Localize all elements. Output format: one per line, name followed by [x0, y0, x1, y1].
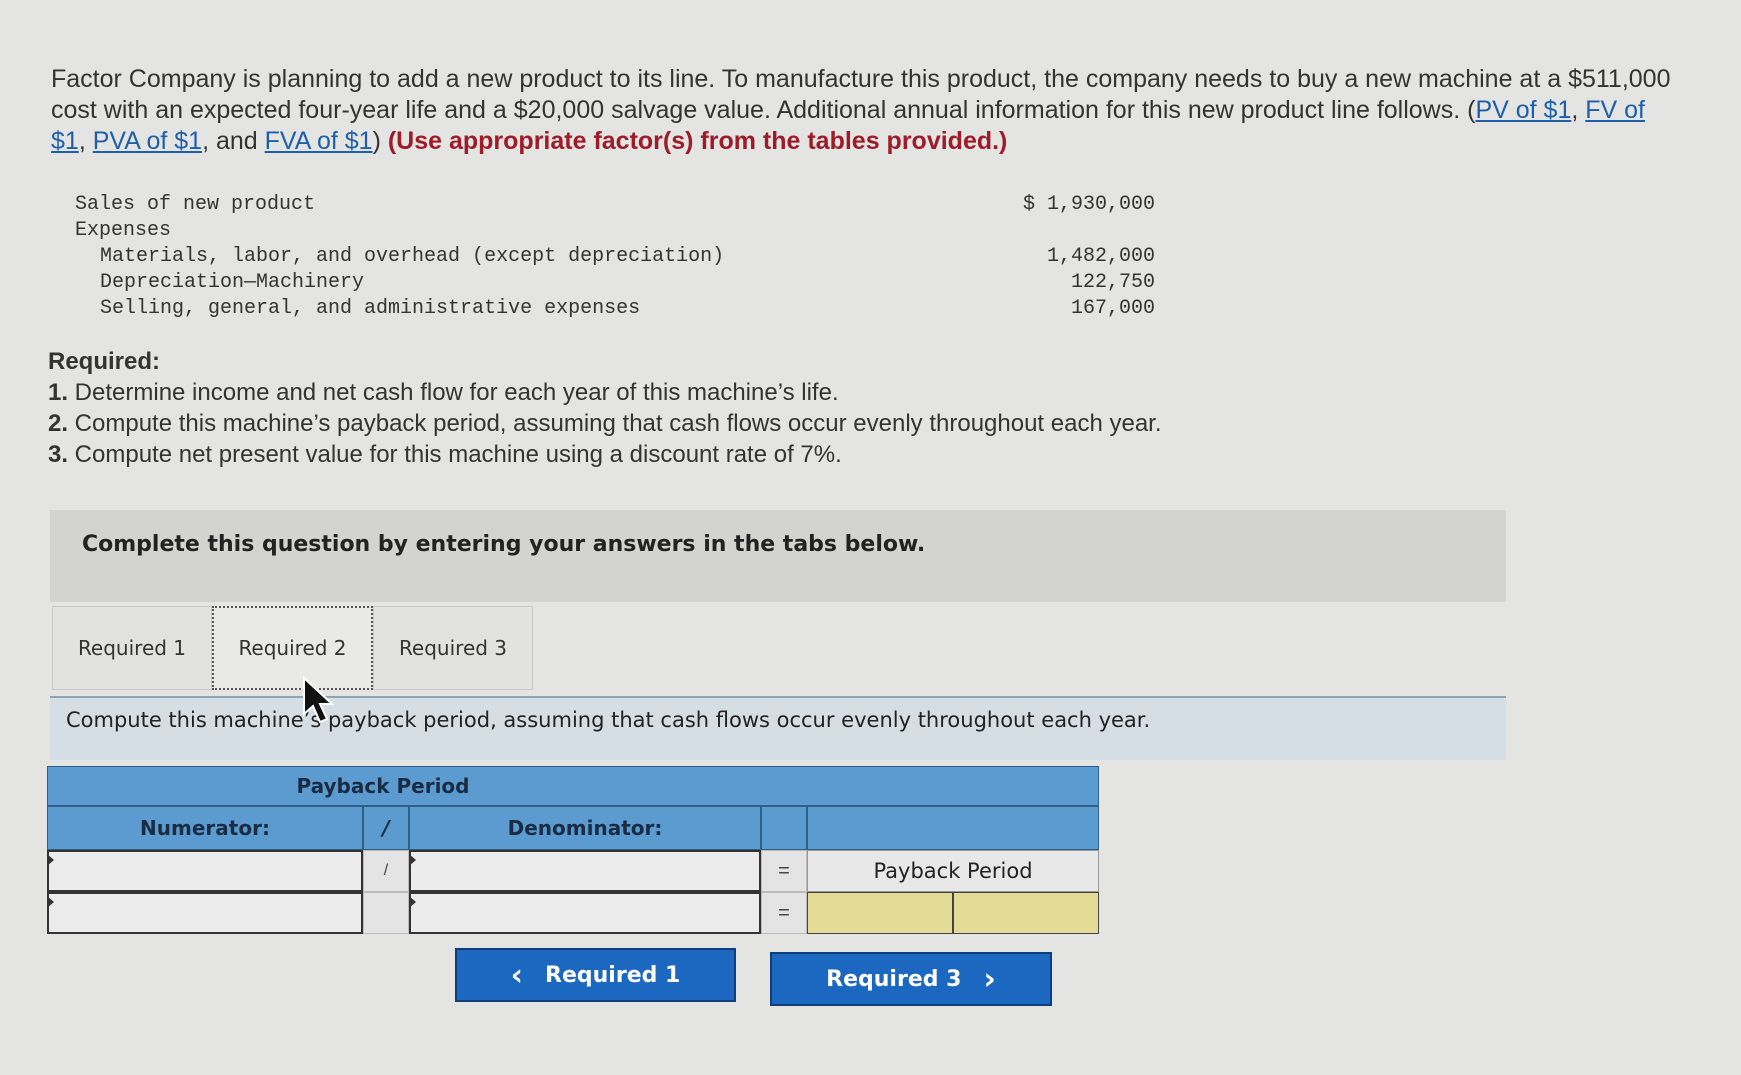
financial-row: Depreciation—Machinery 122,750	[75, 270, 1155, 296]
input-marker-icon	[409, 854, 416, 866]
row-label: Depreciation—Machinery	[100, 271, 365, 294]
row-label: Expenses	[75, 219, 172, 242]
tab-required-1[interactable]: Required 1	[52, 606, 212, 690]
row-label: Materials, labor, and overhead (except d…	[100, 245, 725, 268]
divide-cell-row1: /	[363, 850, 409, 892]
financial-row: Materials, labor, and overhead (except d…	[75, 244, 1155, 270]
equals-symbol: =	[778, 859, 790, 882]
tab-required-3[interactable]: Required 3	[373, 606, 533, 690]
item-number: 2.	[48, 410, 69, 437]
result-label-cell: Payback Period	[807, 850, 1099, 892]
next-required-3-button[interactable]: Required 3 ›	[770, 952, 1052, 1006]
input-marker-icon	[47, 896, 54, 908]
divide-symbol: /	[382, 816, 390, 840]
divide-symbol: /	[383, 862, 389, 879]
result-value-cell[interactable]	[807, 892, 953, 934]
item-number: 1.	[48, 379, 69, 406]
denominator-input-row2[interactable]	[409, 892, 761, 934]
denominator-field-1[interactable]	[411, 852, 759, 890]
instruction-text: Compute this machine’s payback period, a…	[66, 708, 1151, 732]
required-item: 1. Determine income and net cash flow fo…	[48, 377, 1162, 408]
factor-instruction: (Use appropriate factor(s) from the tabl…	[387, 127, 1008, 155]
denominator-field-2[interactable]	[411, 894, 759, 932]
numerator-field-1[interactable]	[49, 852, 361, 890]
equals-cell-row2: =	[761, 892, 807, 934]
separator: ,	[78, 127, 93, 155]
payback-period-table: Payback Period Numerator: / Denominator:…	[47, 766, 1099, 936]
row-label: Selling, general, and administrative exp…	[100, 297, 641, 320]
input-marker-icon	[47, 854, 54, 866]
numerator-input-row2[interactable]	[47, 892, 363, 934]
financial-row: Expenses	[75, 218, 1155, 244]
next-button-label: Required 3	[826, 966, 962, 992]
table-title: Payback Period	[47, 766, 1099, 806]
tab-label: Required 3	[398, 636, 508, 660]
tab-label: Required 1	[77, 636, 187, 660]
denominator-header: Denominator:	[409, 806, 761, 850]
prev-button-label: Required 1	[545, 962, 681, 988]
required-item: 3. Compute net present value for this ma…	[48, 439, 1162, 470]
chevron-left-icon: ‹	[510, 957, 524, 993]
equals-symbol: =	[778, 901, 790, 924]
link-pva-of-1[interactable]: PVA of $1	[93, 127, 202, 155]
payback-value-field[interactable]	[808, 893, 952, 933]
required-item: 2. Compute this machine’s payback period…	[48, 408, 1162, 439]
mouse-cursor-icon	[303, 676, 335, 724]
numerator-label: Numerator:	[140, 816, 270, 840]
tab-label: Required 2	[238, 636, 347, 660]
item-text: Determine income and net cash flow for e…	[68, 379, 839, 406]
payback-period-label: Payback Period	[873, 859, 1033, 883]
item-number: 3.	[48, 441, 69, 468]
numerator-header: Numerator:	[47, 806, 363, 850]
problem-intro: Factor Company is planning to add a new …	[51, 64, 1681, 157]
result-header	[807, 806, 1099, 850]
financial-info-table: Sales of new product $ 1,930,000 Expense…	[75, 192, 1155, 322]
result-unit-cell[interactable]	[953, 892, 1099, 934]
table-title-text: Payback Period	[296, 774, 470, 798]
link-pv-of-1[interactable]: PV of $1	[1475, 96, 1571, 124]
denominator-label: Denominator:	[507, 816, 663, 840]
financial-row: Selling, general, and administrative exp…	[75, 296, 1155, 322]
row-amount: 1,482,000	[1046, 245, 1155, 268]
financial-row: Sales of new product $ 1,930,000	[75, 192, 1155, 218]
item-text: Compute this machine’s payback period, a…	[68, 410, 1162, 437]
tab-required-2[interactable]: Required 2	[212, 606, 373, 690]
closing-paren: )	[372, 127, 381, 155]
row-amount: 122,750	[1070, 271, 1155, 294]
equals-header	[761, 806, 807, 850]
numerator-input-row1[interactable]	[47, 850, 363, 892]
separator: ,	[1571, 96, 1586, 124]
item-text: Compute net present value for this machi…	[68, 441, 842, 468]
divide-header: /	[363, 806, 409, 850]
banner-text: Complete this question by entering your …	[82, 532, 926, 557]
row-amount: 167,000	[1070, 297, 1155, 320]
payback-unit-field[interactable]	[954, 893, 1098, 933]
numerator-field-2[interactable]	[49, 894, 361, 932]
tab-instruction: Compute this machine’s payback period, a…	[50, 698, 1506, 760]
instructions-banner: Complete this question by entering your …	[50, 510, 1506, 602]
row-amount: $ 1,930,000	[1022, 193, 1155, 216]
intro-text: Factor Company is planning to add a new …	[51, 65, 1671, 124]
row-label: Sales of new product	[75, 193, 316, 216]
input-marker-icon	[409, 896, 416, 908]
link-fva-of-1[interactable]: FVA of $1	[265, 127, 373, 155]
denominator-input-row1[interactable]	[409, 850, 761, 892]
equals-cell-row1: =	[761, 850, 807, 892]
divide-cell-row2	[363, 892, 409, 934]
required-heading: Required:	[48, 348, 161, 375]
required-section: Required: 1. Determine income and net ca…	[48, 346, 1162, 470]
chevron-right-icon: ›	[983, 961, 996, 997]
prev-required-1-button[interactable]: ‹ Required 1	[455, 948, 736, 1002]
separator: , and	[202, 127, 265, 155]
